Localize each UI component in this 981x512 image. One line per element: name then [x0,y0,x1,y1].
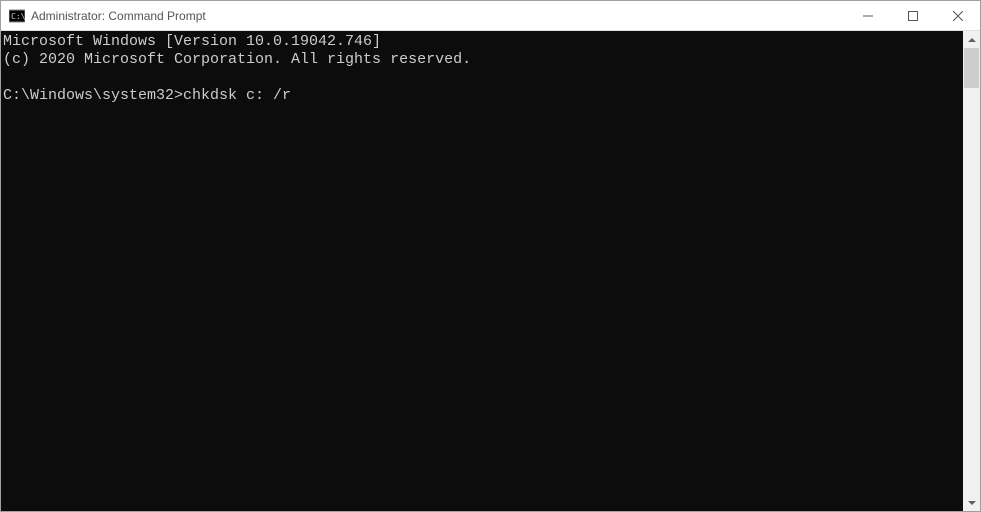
terminal-line: Microsoft Windows [Version 10.0.19042.74… [3,33,381,50]
terminal-output[interactable]: Microsoft Windows [Version 10.0.19042.74… [1,31,963,511]
window-title: Administrator: Command Prompt [31,9,845,23]
terminal-line: C:\Windows\system32>chkdsk c: /r [3,87,291,104]
scroll-thumb[interactable] [964,48,979,88]
scroll-down-button[interactable] [963,494,980,511]
scroll-up-button[interactable] [963,31,980,48]
svg-text:C:\: C:\ [11,12,25,21]
title-bar[interactable]: C:\ Administrator: Command Prompt [1,1,980,31]
app-icon: C:\ [9,8,25,24]
minimize-button[interactable] [845,1,890,30]
command-prompt-window: C:\ Administrator: Command Prompt Micros… [0,0,981,512]
client-area: Microsoft Windows [Version 10.0.19042.74… [1,31,980,511]
close-button[interactable] [935,1,980,30]
vertical-scrollbar[interactable] [963,31,980,511]
maximize-button[interactable] [890,1,935,30]
terminal-line: (c) 2020 Microsoft Corporation. All righ… [3,51,471,68]
window-controls [845,1,980,30]
